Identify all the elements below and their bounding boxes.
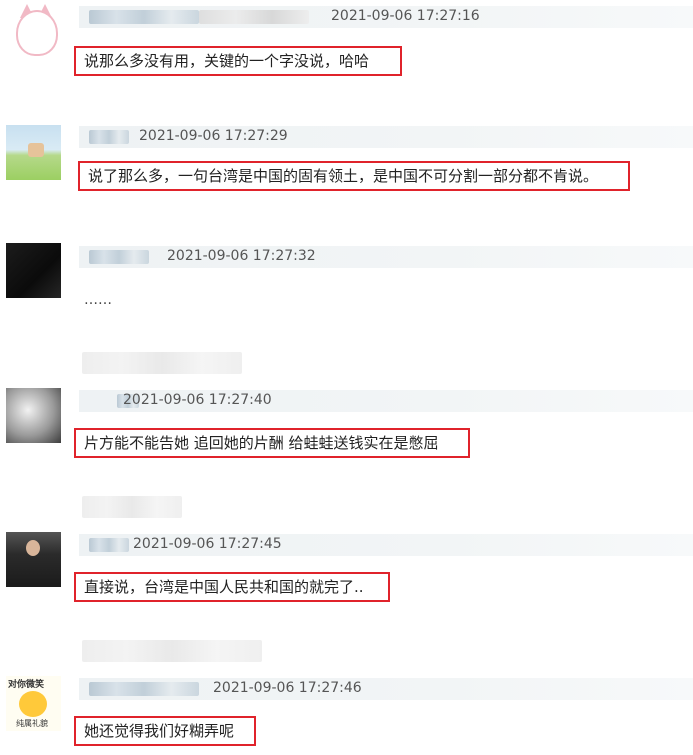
comment-timestamp: 2021-09-06 17:27:46 (213, 680, 362, 696)
bw-photo-avatar[interactable] (6, 388, 61, 443)
comment-meta-bar: 2021-09-06 17:27:46 (79, 678, 693, 700)
comment-item: 对你微笑 纯属礼貌 2021-09-06 17:27:46 她还觉得我们好糊弄呢 (0, 672, 693, 755)
comment-meta-bar: 2021-09-06 17:27:16 (79, 6, 693, 28)
comment-text: 说了那么多，一句台湾是中国的固有领土，是中国不可分割一部分都不肯说。 (78, 161, 630, 191)
comment-item: 2021-09-06 17:27:16 说那么多没有用，关键的一个字没说，哈哈 (0, 0, 693, 100)
dark-avatar[interactable] (6, 243, 61, 298)
blurred-reply-line (82, 496, 182, 518)
smile-emoji-icon (19, 691, 47, 717)
landscape-avatar[interactable] (6, 125, 61, 180)
comment-timestamp: 2021-09-06 17:27:32 (167, 248, 316, 264)
blurred-username (199, 10, 309, 24)
comment-item: 2021-09-06 17:27:40 片方能不能告她 追回她的片酬 给蛙蛙送钱… (0, 384, 693, 484)
comment-meta-bar: 2021-09-06 17:27:32 (79, 246, 693, 268)
blurred-reply-line (82, 640, 262, 662)
house-icon (28, 143, 44, 157)
blurred-username[interactable] (89, 10, 199, 24)
blurred-username[interactable] (89, 682, 199, 696)
comment-timestamp: 2021-09-06 17:27:29 (139, 128, 288, 144)
blurred-reply-line (82, 352, 242, 374)
comment-item: 2021-09-06 17:27:32 …… (0, 240, 693, 340)
comment-text: 她还觉得我们好糊弄呢 (74, 716, 256, 746)
avatar-badge-bottom: 纯属礼貌 (16, 719, 48, 728)
comment-text: 片方能不能告她 追回她的片酬 给蛙蛙送钱实在是憋屈 (74, 428, 470, 458)
blurred-username[interactable] (89, 538, 129, 552)
comment-text: 直接说，台湾是中国人民共和国的就完了.. (74, 572, 390, 602)
comment-item: 2021-09-06 17:27:29 说了那么多，一句台湾是中国的固有领土，是… (0, 118, 693, 218)
avatar-badge-top: 对你微笑 (8, 680, 45, 690)
pink-cat-avatar[interactable] (6, 4, 61, 59)
comment-timestamp: 2021-09-06 17:27:45 (133, 536, 282, 552)
comment-meta-bar: 2021-09-06 17:27:40 (79, 390, 693, 412)
emoji-avatar[interactable]: 对你微笑 纯属礼貌 (6, 676, 61, 731)
comment-timestamp: 2021-09-06 17:27:40 (123, 392, 272, 408)
comment-text: …… (84, 292, 112, 308)
face-icon (26, 540, 40, 556)
blurred-username[interactable] (89, 130, 129, 144)
comment-text: 说那么多没有用，关键的一个字没说，哈哈 (74, 46, 402, 76)
comment-item: 2021-09-06 17:27:45 直接说，台湾是中国人民共和国的就完了.. (0, 528, 693, 628)
comment-meta-bar: 2021-09-06 17:27:45 (79, 534, 693, 556)
comment-timestamp: 2021-09-06 17:27:16 (331, 8, 480, 24)
person-avatar[interactable] (6, 532, 61, 587)
comment-meta-bar: 2021-09-06 17:27:29 (79, 126, 693, 148)
cat-face-icon (16, 10, 58, 56)
blurred-username[interactable] (89, 250, 149, 264)
